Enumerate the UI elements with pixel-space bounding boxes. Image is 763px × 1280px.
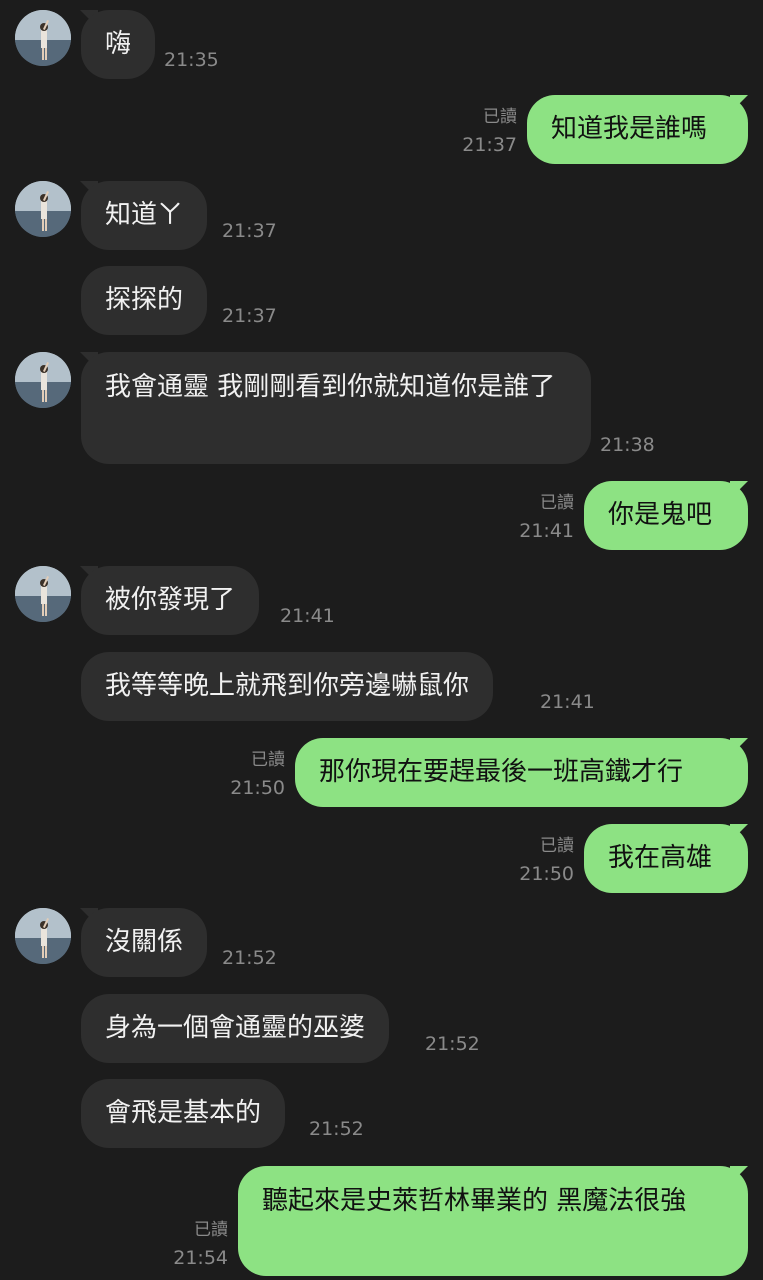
read-receipt: 已讀: [540, 836, 574, 856]
message-time: 21:37: [222, 305, 277, 327]
message-time: 21:37: [222, 220, 277, 242]
avatar[interactable]: [15, 10, 71, 66]
avatar-photo: [15, 908, 71, 964]
avatar[interactable]: [15, 352, 71, 408]
incoming-message[interactable]: 被你發現了: [81, 566, 260, 635]
message-time: 21:35: [164, 49, 219, 71]
message-time: 21:41: [540, 691, 595, 713]
message-time: 21:52: [425, 1033, 480, 1055]
avatar[interactable]: [15, 908, 71, 964]
avatar-photo: [15, 352, 71, 408]
read-receipt: 已讀: [540, 493, 574, 513]
message-time: 21:41: [280, 605, 335, 627]
message-time: 21:54: [173, 1247, 228, 1269]
message-time: 21:52: [309, 1118, 364, 1140]
outgoing-message[interactable]: 你是鬼吧: [584, 481, 748, 550]
avatar-photo: [15, 181, 71, 237]
outgoing-message[interactable]: 那你現在要趕最後一班高鐵才行: [295, 738, 748, 807]
incoming-message[interactable]: 沒關係: [81, 908, 208, 977]
incoming-message[interactable]: 探探的: [81, 266, 208, 335]
incoming-message[interactable]: 嗨: [81, 10, 156, 79]
message-time: 21:37: [462, 134, 517, 156]
message-time: 21:38: [600, 434, 655, 456]
read-receipt: 已讀: [251, 750, 285, 770]
incoming-message[interactable]: 我會通靈 我剛剛看到你就知道你是誰了: [81, 352, 591, 464]
incoming-message[interactable]: 身為一個會通靈的巫婆: [81, 994, 390, 1063]
read-receipt: 已讀: [194, 1220, 228, 1240]
outgoing-message[interactable]: 我在高雄: [584, 824, 748, 893]
message-time: 21:52: [222, 947, 277, 969]
avatar[interactable]: [15, 566, 71, 622]
avatar-photo: [15, 566, 71, 622]
message-time: 21:50: [230, 777, 285, 799]
read-receipt: 已讀: [483, 107, 517, 127]
outgoing-message[interactable]: 聽起來是史萊哲林畢業的 黑魔法很強: [238, 1166, 748, 1276]
incoming-message[interactable]: 我等等晚上就飛到你旁邊嚇鼠你: [81, 652, 494, 721]
incoming-message[interactable]: 會飛是基本的: [81, 1079, 286, 1148]
outgoing-message[interactable]: 知道我是誰嗎: [527, 95, 748, 164]
avatar-photo: [15, 10, 71, 66]
avatar[interactable]: [15, 181, 71, 237]
incoming-message[interactable]: 知道ㄚ: [81, 181, 208, 250]
message-time: 21:41: [519, 520, 574, 542]
message-time: 21:50: [519, 863, 574, 885]
